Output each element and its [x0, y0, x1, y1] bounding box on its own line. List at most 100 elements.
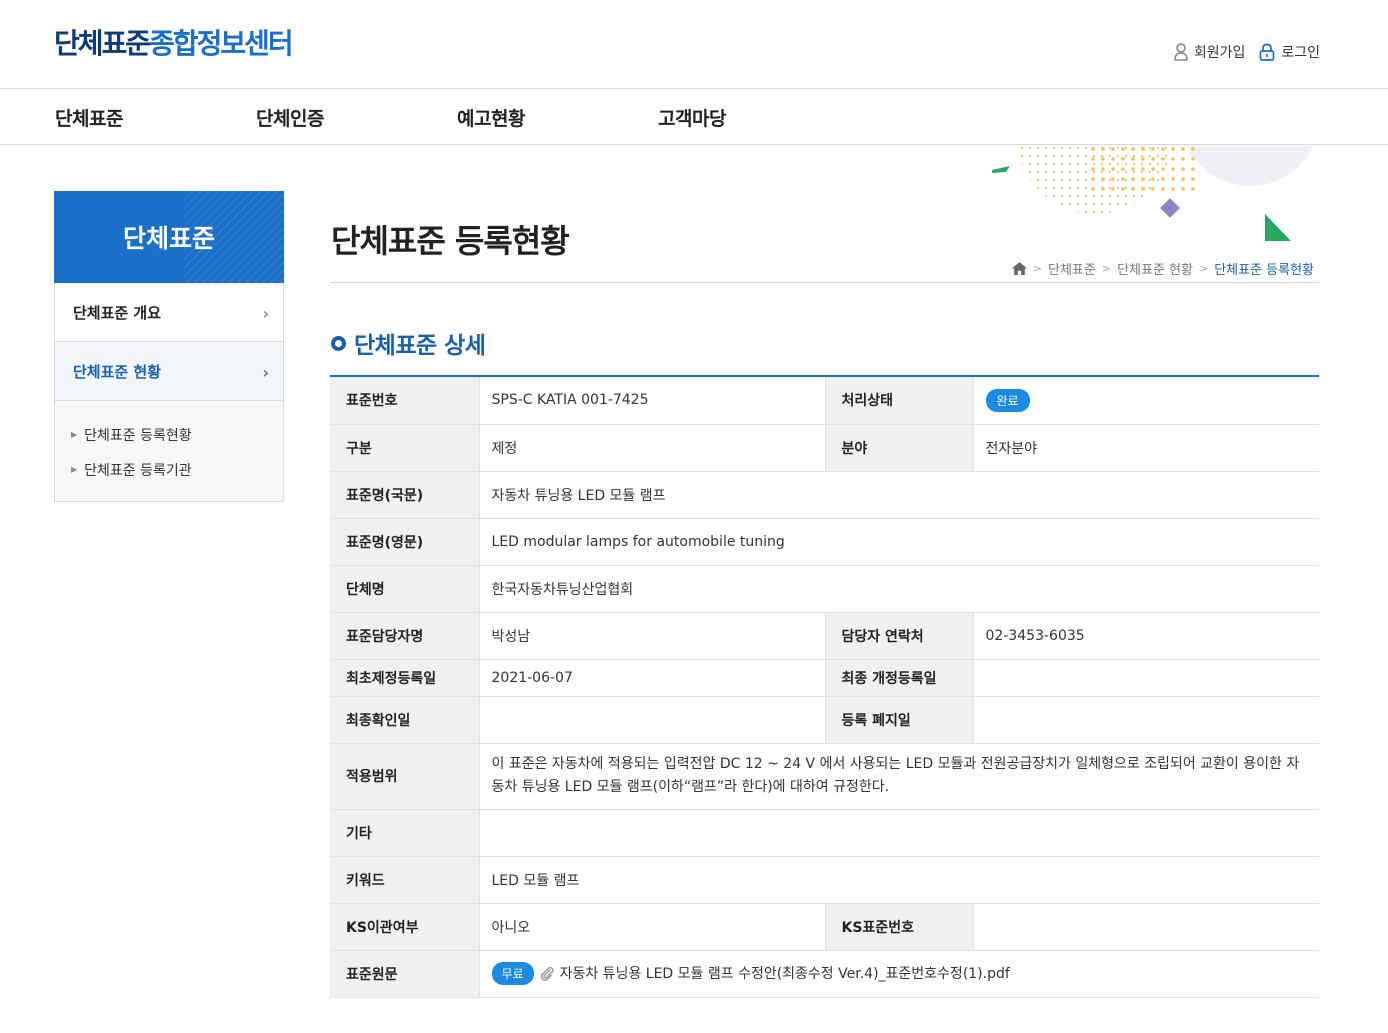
table-header-cell: 키워드 — [330, 856, 479, 904]
last-reg-value — [972, 659, 1319, 697]
table-header-cell: 구분 — [330, 424, 479, 472]
table-header-cell: 단체명 — [330, 565, 479, 613]
std-number-value: SPS-C KATIA 001-7425 — [478, 376, 825, 425]
table-row: 표준원문 무료 자동차 튜닝용 LED 모듈 램프 수정안(최종수정 Ver.4)… — [330, 950, 1319, 998]
submenu-item-registration[interactable]: ▶ 단체표준 등록현황 — [71, 417, 283, 452]
submenu-item-label: 단체표준 등록기관 — [84, 462, 192, 479]
table-row: 키워드 LED 모듈 램프 — [330, 856, 1319, 904]
standard-detail-table: 표준번호 SPS-C KATIA 001-7425 처리상태 완료 구분 제정 … — [330, 375, 1319, 998]
chevron-right-icon: › — [262, 304, 269, 323]
side-nav-submenu: ▶ 단체표준 등록현황 ▶ 단체표준 등록기관 — [54, 401, 284, 502]
join-link[interactable]: 회원가입 — [1174, 42, 1246, 62]
bullet-ring-icon — [331, 335, 346, 351]
table-header-cell: 표준원문 — [330, 950, 479, 998]
site-logo[interactable]: 단체표준종합정보센터 — [54, 22, 294, 62]
breadcrumb-item[interactable]: 단체표준 — [1048, 259, 1096, 278]
logo-text-part2: 종합정보센터 — [149, 27, 294, 60]
gnb-item-notice[interactable]: 예고현황 — [457, 104, 525, 131]
table-row: 최종확인일 등록 폐지일 — [330, 696, 1319, 744]
triangle-right-icon: ▶ — [71, 465, 78, 474]
gnb-item-standard[interactable]: 단체표준 — [55, 104, 123, 131]
abolish-value — [972, 696, 1319, 744]
gnb-item-customer[interactable]: 고객마당 — [658, 104, 726, 131]
table-header-cell: 표준담당자명 — [330, 612, 479, 660]
site-header: 단체표준종합정보센터 회원가입 로그인 — [0, 0, 1388, 89]
home-icon[interactable] — [1011, 262, 1027, 275]
table-row: 표준명(영문) LED modular lamps for automobile… — [330, 518, 1319, 566]
type-value: 제정 — [478, 424, 825, 472]
name-kr-value: 자동차 튜닝용 LED 모듈 램프 — [478, 471, 1319, 519]
chevron-right-icon: › — [262, 363, 269, 382]
gnb-item-certification[interactable]: 단체인증 — [256, 104, 324, 131]
user-icon — [1174, 43, 1188, 61]
table-row: 표준담당자명 박성남 담당자 연락처 02-3453-6035 — [330, 612, 1319, 660]
table-row: 표준번호 SPS-C KATIA 001-7425 처리상태 완료 — [330, 376, 1319, 425]
file-download-link[interactable]: 자동차 튜닝용 LED 모듈 램프 수정안(최종수정 Ver.4)_표준번호수정… — [560, 966, 1010, 982]
table-header-cell: 적용범위 — [330, 743, 479, 810]
side-nav-title: 단체표준 — [54, 191, 284, 283]
decorative-graphic — [992, 146, 1314, 241]
status-badge: 완료 — [985, 388, 1030, 412]
table-header-cell: 최종확인일 — [330, 696, 479, 744]
table-row: KS이관여부 아니오 KS표준번호 — [330, 903, 1319, 951]
table-header-cell: 최초제정등록일 — [330, 659, 479, 697]
breadcrumb: > 단체표준 > 단체표준 현황 > 단체표준 등록현황 — [1011, 259, 1314, 278]
table-row: 기타 — [330, 809, 1319, 857]
name-en-value: LED modular lamps for automobile tuning — [478, 518, 1319, 566]
table-row: 최초제정등록일 2021-06-07 최종 개정등록일 — [330, 659, 1319, 697]
side-nav-item-overview[interactable]: 단체표준 개요 › — [54, 283, 284, 342]
free-badge: 무료 — [491, 962, 534, 985]
side-nav-pattern — [184, 191, 284, 283]
triangle-right-icon: ▶ — [71, 430, 78, 439]
table-header-cell: 기타 — [330, 809, 479, 857]
table-header-cell: KS표준번호 — [824, 903, 973, 951]
title-divider — [330, 282, 1319, 283]
contact-value: 02-3453-6035 — [972, 612, 1319, 660]
status-cell: 완료 — [972, 376, 1319, 425]
breadcrumb-item[interactable]: 단체표준 현황 — [1117, 259, 1193, 278]
org-value: 한국자동차튜닝산업협회 — [478, 565, 1319, 613]
keyword-value: LED 모듈 램프 — [478, 856, 1319, 904]
table-row: 구분 제정 분야 전자분야 — [330, 424, 1319, 472]
etc-value — [478, 809, 1319, 857]
breadcrumb-current: 단체표준 등록현황 — [1214, 263, 1314, 278]
original-file-cell: 무료 자동차 튜닝용 LED 모듈 램프 수정안(최종수정 Ver.4)_표준번호… — [478, 950, 1319, 998]
final-check-value — [478, 696, 825, 744]
scope-value: 이 표준은 자동차에 적용되는 입력전압 DC 12 ~ 24 V 에서 사용되… — [478, 743, 1319, 810]
page-title: 단체표준 등록현황 — [331, 222, 570, 260]
table-header-cell: 표준명(국문) — [330, 471, 479, 519]
side-nav-item-label: 단체표준 개요 — [73, 303, 162, 322]
global-nav: 단체표준 단체인증 예고현황 고객마당 — [0, 89, 1388, 145]
manager-value: 박성남 — [478, 612, 825, 660]
table-header-cell: 최종 개정등록일 — [824, 659, 973, 697]
ks-value: 아니오 — [478, 903, 825, 951]
utility-menu: 회원가입 로그인 — [1174, 42, 1320, 62]
table-header-cell: 처리상태 — [824, 376, 973, 425]
section-title-text: 단체표준 상세 — [354, 333, 486, 359]
lock-icon — [1260, 43, 1275, 61]
table-header-cell: KS이관여부 — [330, 903, 479, 951]
submenu-item-label: 단체표준 등록현황 — [84, 427, 192, 444]
table-row: 단체명 한국자동차튜닝산업협회 — [330, 565, 1319, 613]
field-value: 전자분야 — [972, 424, 1319, 472]
submenu-item-institutions[interactable]: ▶ 단체표준 등록기관 — [71, 452, 283, 487]
join-label: 회원가입 — [1193, 45, 1246, 61]
side-nav-item-label: 단체표준 현황 — [73, 362, 162, 381]
table-header-cell: 분야 — [824, 424, 973, 472]
table-header-cell: 표준번호 — [330, 376, 479, 425]
login-label: 로그인 — [1281, 45, 1320, 61]
ks-no-value — [972, 903, 1319, 951]
breadcrumb-separator-icon: > — [1198, 262, 1209, 275]
table-header-cell: 등록 폐지일 — [824, 696, 973, 744]
logo-text-part1: 단체표준 — [54, 27, 151, 60]
login-link[interactable]: 로그인 — [1259, 42, 1320, 62]
table-row: 적용범위 이 표준은 자동차에 적용되는 입력전압 DC 12 ~ 24 V 에… — [330, 743, 1319, 810]
paperclip-icon — [540, 966, 554, 981]
table-header-cell: 담당자 연락처 — [824, 612, 973, 660]
section-title: 단체표준 상세 — [331, 326, 486, 360]
table-row: 표준명(국문) 자동차 튜닝용 LED 모듈 램프 — [330, 471, 1319, 519]
side-nav-item-status[interactable]: 단체표준 현황 › — [54, 342, 284, 401]
table-header-cell: 표준명(영문) — [330, 518, 479, 566]
breadcrumb-separator-icon: > — [1032, 262, 1042, 275]
first-reg-value: 2021-06-07 — [478, 659, 825, 697]
